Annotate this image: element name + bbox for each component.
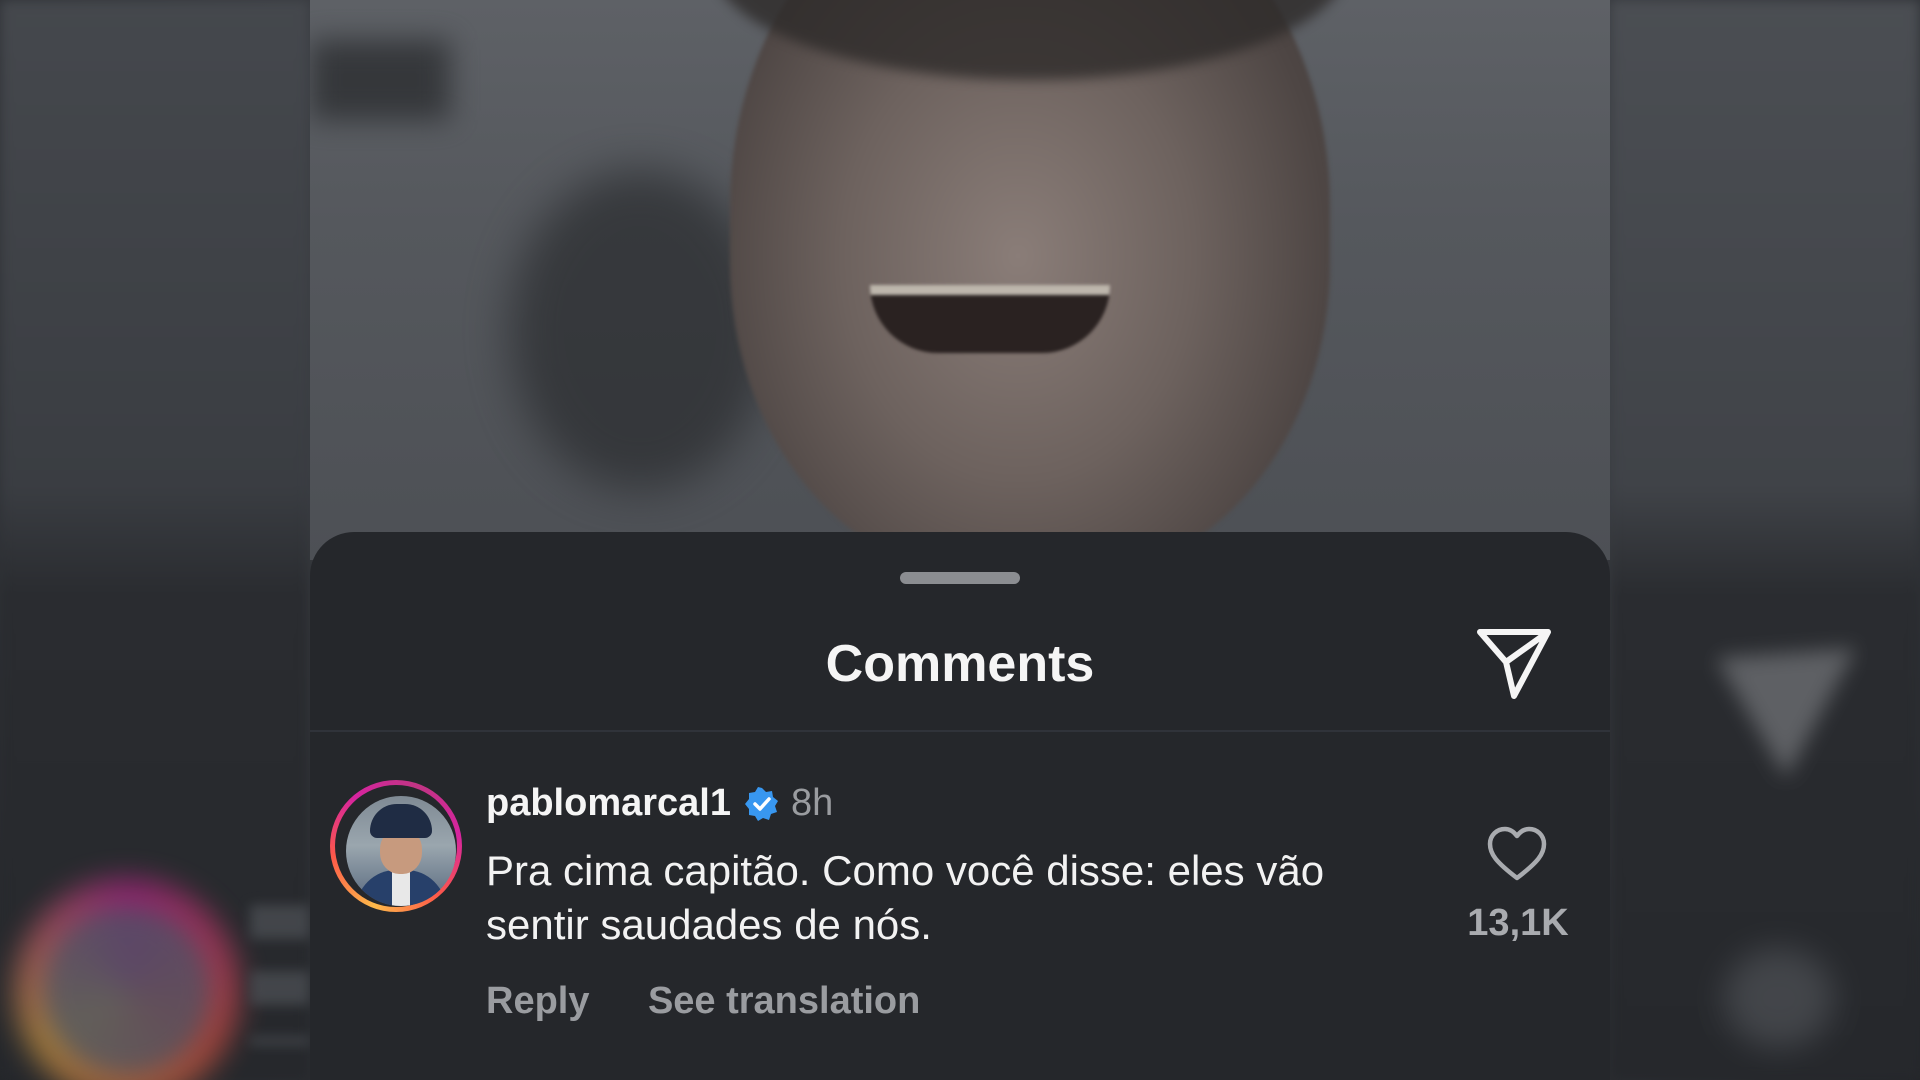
drag-handle[interactable] [900,572,1020,584]
comments-title: Comments [825,635,1095,693]
paper-plane-icon[interactable] [1476,628,1552,700]
blurred-avatar [44,908,210,1074]
blurred-background-right [1610,0,1920,1080]
blurred-text-lines [250,905,310,1045]
blurred-heart-icon [1724,948,1834,1048]
avatar[interactable] [330,780,462,912]
avatar-photo [346,796,456,906]
comment-item: pablomarcal1 8h Pra cima capitão. Como v… [310,768,1610,1068]
heart-icon[interactable] [1486,826,1548,882]
post-photo [310,0,1610,560]
comment-timestamp: 8h [791,782,834,824]
like-count: 13,1K [1467,902,1569,944]
comment-meta: pablomarcal1 8h [486,782,833,825]
comment-actions: Reply See translation [486,980,974,1023]
photo-face [730,0,1330,560]
verified-badge-icon [745,786,778,821]
comments-header: Comments [310,592,1610,712]
app-viewport: Comments pablomarcal1 8h Pra cima capitã… [0,0,1920,1080]
comment-username[interactable]: pablomarcal1 [486,782,731,825]
comment-text: Pra cima capitão. Como você disse: eles … [486,847,1325,948]
blurred-send-icon [1716,648,1856,778]
comments-sheet: Comments pablomarcal1 8h Pra cima capitã… [310,532,1610,1080]
reply-button[interactable]: Reply [486,980,589,1022]
header-divider [310,730,1610,732]
see-translation-button[interactable]: See translation [648,980,920,1022]
